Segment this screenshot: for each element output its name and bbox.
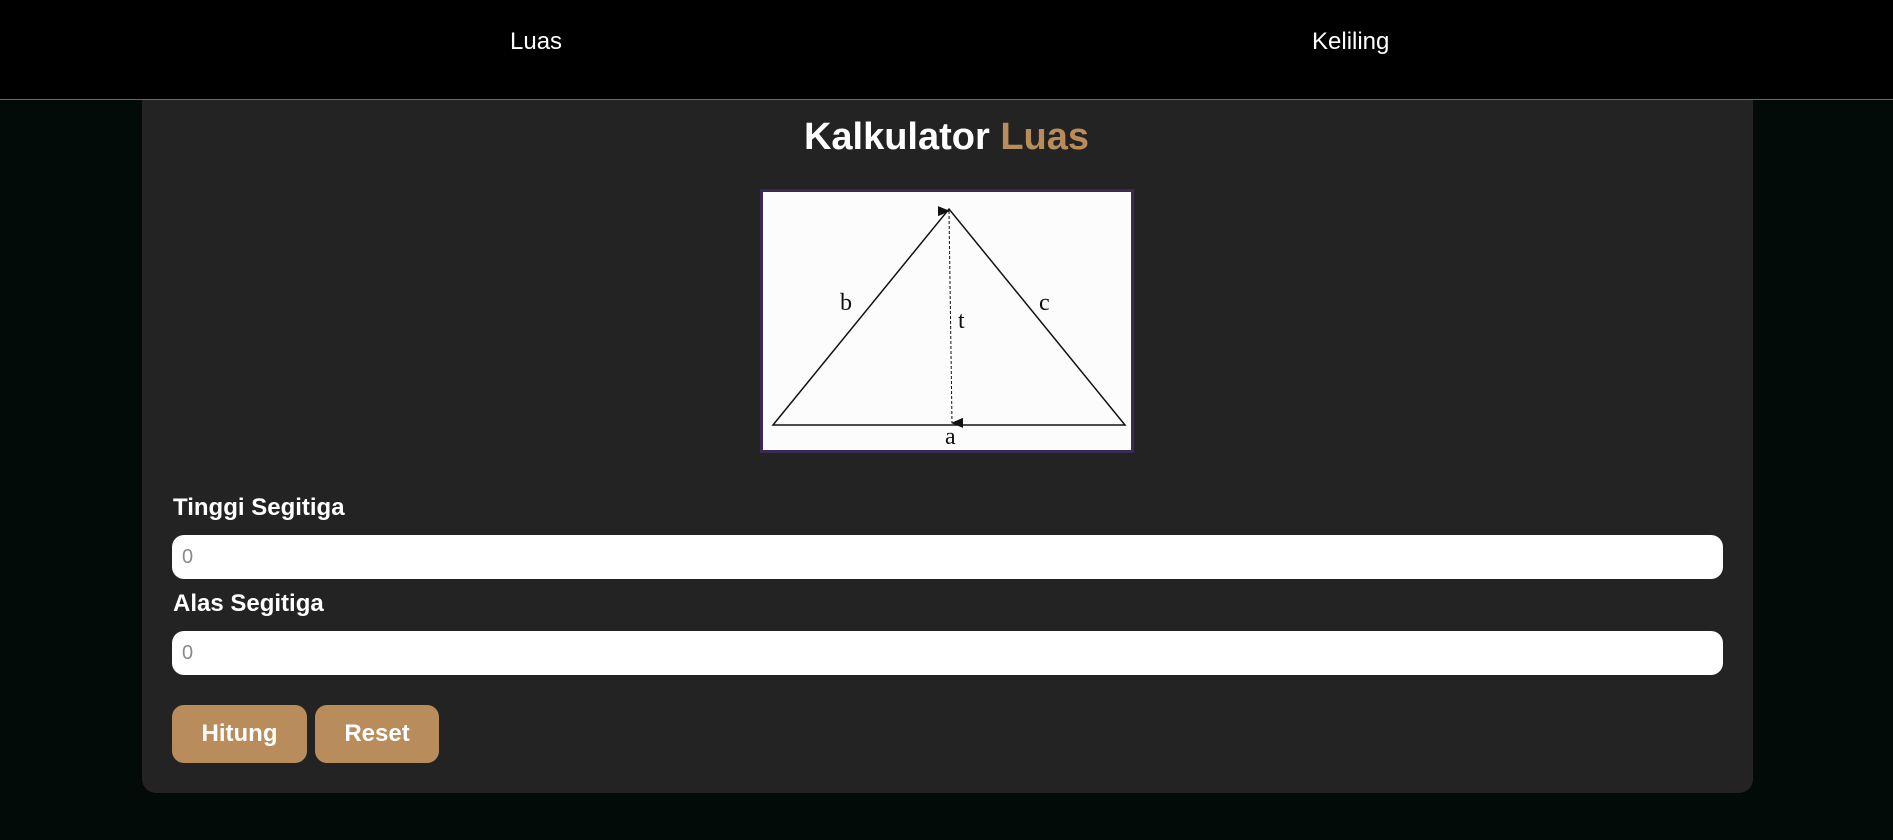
top-navbar: Luas Keliling	[0, 0, 1893, 100]
tinggi-label: Tinggi Segitiga	[173, 494, 345, 521]
nav-link-keliling[interactable]: Keliling	[1312, 28, 1389, 56]
nav-link-luas[interactable]: Luas	[510, 28, 562, 56]
triangle-svg: b c t a	[771, 206, 1127, 450]
label-side-b: b	[840, 290, 852, 316]
hitung-button[interactable]: Hitung	[172, 705, 307, 763]
label-base-a: a	[945, 424, 956, 450]
triangle-diagram: b c t a	[760, 189, 1134, 453]
page-title: Kalkulator Luas	[0, 114, 1893, 160]
label-height-t: t	[958, 308, 965, 334]
label-side-c: c	[1039, 290, 1050, 316]
alas-input[interactable]	[172, 631, 1723, 675]
tinggi-input[interactable]	[172, 535, 1723, 579]
reset-button[interactable]: Reset	[315, 705, 439, 763]
height-arrow	[937, 206, 964, 428]
title-prefix: Kalkulator	[803, 116, 990, 158]
title-accent: Luas	[1000, 116, 1090, 158]
alas-label: Alas Segitiga	[173, 590, 324, 617]
